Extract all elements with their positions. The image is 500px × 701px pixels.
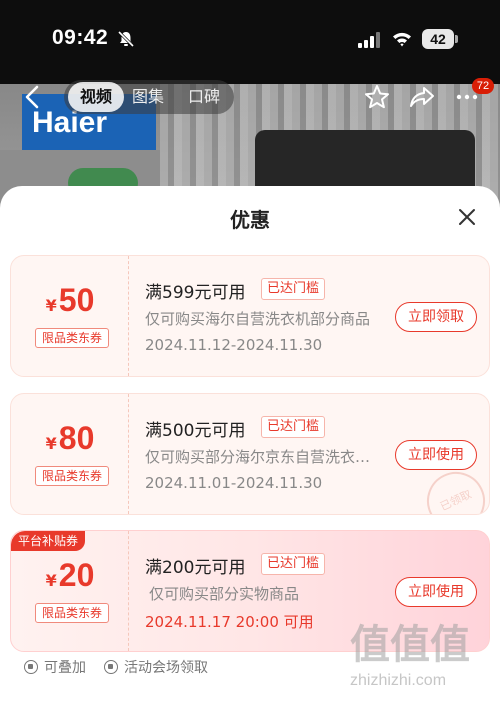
currency-symbol: ¥ bbox=[45, 571, 57, 590]
coupon-amount: ¥50 bbox=[11, 282, 129, 319]
currency-symbol: ¥ bbox=[45, 296, 57, 315]
threshold-reached-tag: 已达门槛 bbox=[261, 416, 326, 438]
coupon-amount: ¥80 bbox=[11, 420, 129, 457]
coupon-type-label: 限品类东券 bbox=[35, 466, 109, 486]
battery-cap bbox=[455, 35, 458, 43]
coupon-type-label: 限品类东券 bbox=[35, 603, 109, 623]
coupon-threshold: 满500元可用 bbox=[145, 421, 246, 441]
media-tabs: 视频 图集 口碑 bbox=[64, 80, 234, 114]
use-coupon-button[interactable]: 立即使用 bbox=[395, 577, 477, 607]
threshold-reached-tag: 已达门槛 bbox=[261, 278, 326, 300]
wifi-icon bbox=[393, 32, 411, 47]
status-bar: 09:42 42 bbox=[0, 20, 500, 60]
product-nav-bar: 视频 图集 口碑 72 bbox=[0, 78, 500, 118]
coupon-amount: ¥20 bbox=[11, 557, 129, 594]
stackable-icon bbox=[24, 660, 38, 674]
use-coupon-button[interactable]: 立即使用 bbox=[395, 440, 477, 470]
coupon-scope: 仅可购买海尔自营洗衣机部分商品 bbox=[145, 310, 371, 328]
coupon-threshold: 满200元可用 bbox=[145, 558, 246, 578]
coupon-value-panel: ¥80 限品类东券 bbox=[11, 394, 129, 514]
coupon-value: 20 bbox=[58, 557, 95, 593]
coupon-type-label: 限品类东券 bbox=[35, 328, 109, 348]
tab-gallery[interactable]: 图集 bbox=[132, 80, 164, 114]
back-arrow-icon[interactable] bbox=[22, 84, 42, 110]
close-icon[interactable] bbox=[456, 206, 478, 228]
battery-indicator: 42 bbox=[422, 29, 454, 49]
message-count-badge: 72 bbox=[472, 78, 494, 94]
coupon-validity: 2024.11.01-2024.11.30 bbox=[145, 474, 323, 492]
legend-stackable-label: 可叠加 bbox=[44, 660, 86, 676]
coupon-validity: 2024.11.12-2024.11.30 bbox=[145, 336, 323, 354]
coupon-value: 50 bbox=[58, 282, 95, 318]
cellular-signal-icon bbox=[358, 32, 380, 48]
share-icon[interactable] bbox=[409, 84, 435, 110]
legend-venue-claim: 活动会场领取 bbox=[104, 656, 208, 680]
platform-subsidy-label: 平台补贴券 bbox=[11, 531, 86, 551]
star-icon[interactable] bbox=[364, 84, 390, 110]
watermark-url: zhizhizhi.com bbox=[350, 672, 447, 689]
claimed-stamp: 已领取 bbox=[417, 462, 489, 514]
mute-bell-icon bbox=[117, 30, 135, 48]
claim-coupon-button[interactable]: 立即领取 bbox=[395, 302, 477, 332]
legend-venue-label: 活动会场领取 bbox=[124, 660, 208, 676]
tab-video[interactable]: 视频 bbox=[68, 82, 124, 112]
currency-symbol: ¥ bbox=[45, 434, 57, 453]
coupon-value-panel: ¥50 限品类东券 bbox=[11, 256, 129, 376]
coupon-value: 80 bbox=[58, 420, 95, 456]
coupon-scope: 仅可购买部分海尔京东自营洗衣… bbox=[145, 448, 371, 466]
sheet-title: 优惠 bbox=[230, 208, 270, 232]
status-time: 09:42 bbox=[52, 26, 109, 49]
venue-icon bbox=[104, 660, 118, 674]
tab-reviews[interactable]: 口碑 bbox=[188, 80, 220, 114]
coupon-card: ¥50 限品类东券 满599元可用 已达门槛 仅可购买海尔自营洗衣机部分商品 2… bbox=[10, 255, 490, 377]
coupon-scope: 仅可购买部分实物商品 bbox=[149, 585, 300, 603]
threshold-reached-tag: 已达门槛 bbox=[261, 553, 326, 575]
coupon-validity: 2024.11.17 20:00 可用 bbox=[145, 613, 314, 631]
legend-stackable: 可叠加 bbox=[24, 656, 86, 680]
coupon-threshold: 满599元可用 bbox=[145, 283, 246, 303]
coupon-card: ¥80 限品类东券 满500元可用 已达门槛 仅可购买部分海尔京东自营洗衣… 2… bbox=[10, 393, 490, 515]
